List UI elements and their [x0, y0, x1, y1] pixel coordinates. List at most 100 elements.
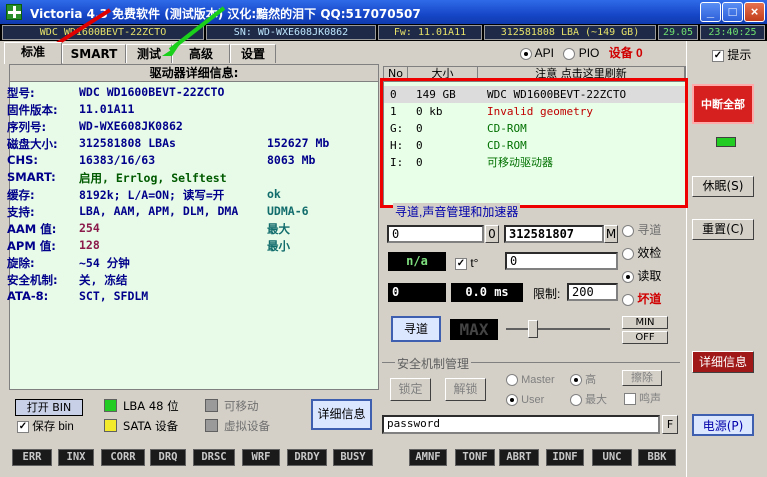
beep-group: 鸣声: [624, 390, 661, 406]
drive-info-label: 旋除:: [7, 256, 35, 270]
bad-radio[interactable]: [622, 293, 634, 306]
activity-indicator: [716, 137, 736, 147]
details-button[interactable]: 详细信息: [311, 399, 372, 430]
pio-radio[interactable]: [563, 47, 576, 60]
strip-serial: SN: WD-WXE608JK0862: [206, 25, 376, 40]
minimize-button[interactable]: _: [700, 2, 721, 22]
high-radio[interactable]: [570, 374, 582, 387]
drive-details-header: 驱动器详细信息:: [10, 65, 378, 82]
seek-radio[interactable]: [622, 224, 634, 237]
strip-model: WDC WD1600BEVT-22ZCTO: [2, 25, 204, 40]
drive-info-value: 关, 冻结: [79, 273, 128, 287]
seek-button[interactable]: 寻道: [391, 316, 441, 342]
start-lba-input[interactable]: 0: [387, 225, 484, 243]
status-flag-drdy: DRDY: [287, 449, 327, 466]
drive-info-label: CHS:: [7, 153, 38, 167]
temp-checkbox[interactable]: ✓: [455, 257, 467, 270]
drive-info-label: 磁盘大小:: [7, 137, 58, 151]
status-flag-unc: UNC: [592, 449, 632, 466]
maximize-button[interactable]: □: [722, 2, 743, 22]
removable-label: 可移动: [224, 399, 259, 413]
drive-info-label: ATA-8:: [7, 289, 49, 303]
seek-section-label: 寻道,声音管理和加速器: [393, 203, 521, 220]
status-flag-amnf: AMNF: [409, 449, 447, 466]
highlight-box: [380, 78, 688, 208]
ms-display: 0.0 ms: [451, 283, 523, 302]
tab-settings[interactable]: 设置: [230, 44, 276, 63]
strip-time: 23:40:25: [700, 25, 765, 40]
end-lba-input[interactable]: 312581807: [504, 225, 604, 243]
close-button[interactable]: ×: [744, 2, 765, 22]
f-button[interactable]: F: [662, 415, 678, 434]
save-bin-checkbox[interactable]: ✓: [17, 420, 29, 433]
drive-info-value: WD-WXE608JK0862: [79, 119, 183, 133]
details-right-button[interactable]: 详细信息: [692, 351, 754, 373]
reset-button[interactable]: 重置(C): [692, 219, 754, 240]
sata-label: SATA 设备: [123, 419, 179, 433]
count-display: 0: [388, 283, 446, 302]
drive-info-label: SMART:: [7, 170, 56, 184]
tab-standard[interactable]: 标准: [4, 42, 62, 64]
lock-button[interactable]: 锁定: [390, 378, 431, 401]
status-flag-tonf: TONF: [455, 449, 495, 466]
drive-info-label: 安全机制:: [7, 273, 58, 287]
temp-group: ✓ t°: [455, 256, 478, 270]
limit-label: 限制:: [533, 287, 561, 301]
user-radio[interactable]: [506, 394, 518, 407]
strip-firmware: Fw: 11.01A11: [378, 25, 482, 40]
drive-info-value: ~54 分钟: [79, 256, 130, 270]
speed-slider[interactable]: [506, 320, 610, 338]
drive-info-value: 254: [79, 221, 100, 235]
unlock-button[interactable]: 解锁: [445, 378, 486, 401]
na-display: n/a: [388, 252, 446, 271]
status-flag-corr: CORR: [101, 449, 145, 466]
erase-button[interactable]: 擦除: [622, 370, 662, 386]
seek-mode-group: 寻道 效检 读取 坏道: [622, 219, 661, 311]
status-flag-abrt: ABRT: [499, 449, 539, 466]
strip-date: 29.05: [658, 25, 698, 40]
removable-indicator: [205, 399, 218, 412]
tab-test[interactable]: 测试: [126, 44, 172, 63]
read-radio-label: 读取: [637, 269, 662, 283]
abort-all-button[interactable]: 中断全部: [692, 84, 754, 124]
off-button[interactable]: OFF: [622, 331, 668, 344]
drive-info-value: WDC WD1600BEVT-22ZCTO: [79, 85, 225, 99]
app-icon: [6, 4, 22, 20]
lba48-indicator: [104, 399, 117, 412]
end-lba-button[interactable]: M: [604, 225, 618, 243]
max-label: 最大: [585, 394, 608, 406]
verify-radio[interactable]: [622, 247, 634, 260]
drive-info-value: LBA, AAM, APM, DLM, DMA: [79, 204, 239, 218]
api-radio[interactable]: [520, 47, 532, 60]
max-radio[interactable]: [570, 394, 582, 407]
seek-radio-label: 寻道: [637, 223, 662, 237]
temp-input[interactable]: 0: [505, 252, 618, 270]
tab-advanced[interactable]: 高级: [172, 44, 230, 63]
read-radio[interactable]: [622, 270, 634, 283]
drive-details-panel: 驱动器详细信息:: [9, 64, 379, 390]
beep-checkbox[interactable]: [624, 393, 636, 406]
master-label: Master: [521, 374, 555, 386]
hint-label: 提示: [727, 48, 752, 62]
drive-info-value: SCT, SFDLM: [79, 289, 149, 303]
title-bar: Victoria 4.3 免费软件 (测试版本) 汉化:黯然的泪下 QQ:517…: [0, 0, 767, 24]
tab-smart[interactable]: SMART: [62, 44, 126, 63]
drive-info-value: 128: [79, 238, 100, 252]
limit-input[interactable]: 200: [567, 283, 618, 301]
drive-info-value-extra: UDMA-6: [267, 204, 309, 218]
password-input[interactable]: password: [382, 415, 660, 434]
hint-checkbox[interactable]: ✓: [712, 49, 724, 62]
drive-info-value: 16383/16/63: [79, 153, 156, 167]
high-label: 高: [585, 374, 597, 386]
sleep-button[interactable]: 休眠(S): [692, 176, 754, 197]
min-button[interactable]: MIN: [622, 316, 668, 329]
master-radio[interactable]: [506, 374, 518, 387]
pio-label: PIO: [578, 46, 600, 60]
drive-info-label: APM 值:: [7, 239, 56, 253]
start-lba-button[interactable]: 0: [485, 225, 499, 243]
open-bin-button[interactable]: 打开 BIN: [15, 399, 83, 416]
power-button[interactable]: 电源(P): [692, 414, 754, 436]
speed-slider-thumb[interactable]: [528, 320, 538, 338]
api-label: API: [534, 46, 555, 60]
lba48-label: LBA 48 位: [123, 399, 179, 413]
